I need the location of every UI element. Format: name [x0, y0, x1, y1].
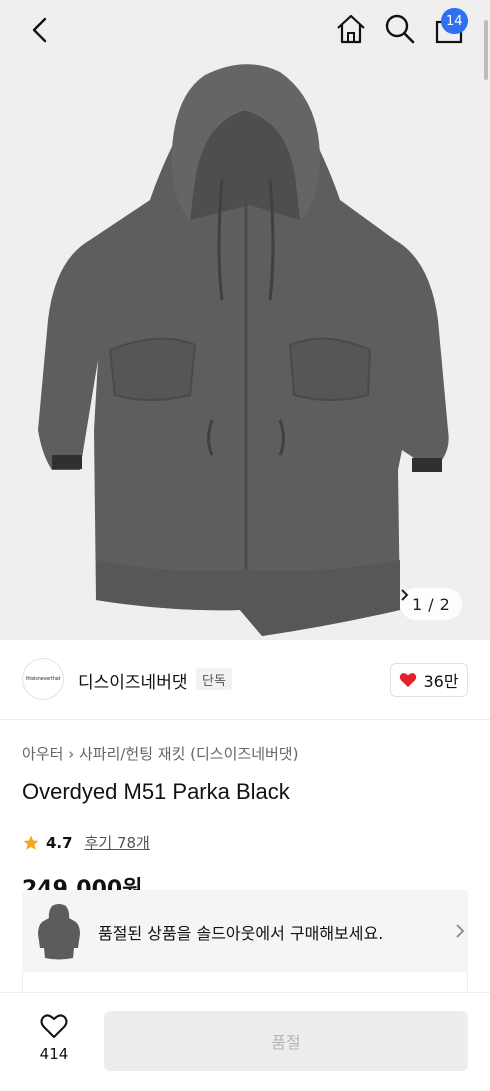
review-count-link[interactable]: 후기 78개: [85, 832, 150, 853]
soldout-banner-text: 품절된 상품을 솔드아웃에서 구매해보세요.: [98, 924, 384, 943]
brand-logo[interactable]: thisisneverthat: [22, 658, 64, 700]
image-counter-separator: /: [428, 594, 434, 614]
chevron-left-icon: [32, 17, 47, 43]
image-counter-current: 1: [412, 594, 423, 614]
rating-value: 4.7: [46, 833, 73, 852]
breadcrumb-category[interactable]: 아우터: [22, 745, 63, 763]
product-thumbnail: [38, 904, 80, 960]
heart-outline-icon: [40, 1014, 68, 1038]
home-button[interactable]: [334, 12, 368, 46]
search-button[interactable]: [383, 12, 417, 46]
product-title: Overdyed M51 Parka Black: [22, 779, 290, 804]
brand-like-count: 36만: [423, 672, 459, 691]
product-price: 249,000원: [22, 877, 143, 890]
image-counter[interactable]: 1 / 2: [400, 588, 462, 620]
brand-logo-text: thisisneverthat: [25, 676, 61, 682]
breadcrumb-separator-icon: ›: [68, 745, 79, 763]
search-icon: [385, 14, 415, 44]
cart-count-badge: 14: [441, 8, 468, 34]
soldout-button[interactable]: 품절: [104, 1011, 468, 1071]
brand-like-button[interactable]: 36만: [390, 663, 468, 697]
wishlist-button[interactable]: 414: [30, 1013, 78, 1073]
rating-row: 4.7 후기 78개: [22, 832, 150, 853]
parka-illustration: [38, 64, 449, 636]
back-button[interactable]: [24, 14, 56, 46]
wishlist-count: 414: [39, 1045, 69, 1063]
content-card-edge: [22, 972, 468, 992]
heart-filled-icon: [400, 673, 417, 687]
home-icon: [337, 14, 365, 44]
soldout-banner[interactable]: 품절된 상품을 솔드아웃에서 구매해보세요.: [22, 890, 468, 972]
exclusive-badge: 단독: [196, 668, 232, 690]
chevron-right-icon: [401, 589, 409, 601]
product-image[interactable]: 1 / 2: [0, 0, 490, 640]
breadcrumb-subcategory[interactable]: 사파리/헌팅 재킷 (디스이즈네버댓): [79, 745, 299, 763]
chevron-right-icon: [456, 924, 465, 938]
bottom-action-bar: 414 품절: [0, 992, 490, 1091]
brand-name[interactable]: 디스이즈네버댓: [78, 668, 187, 693]
star-icon: [23, 835, 39, 850]
scrollbar[interactable]: [484, 20, 488, 80]
top-header: 14: [0, 0, 490, 62]
brand-row: thisisneverthat 디스이즈네버댓 단독 36만: [0, 640, 490, 720]
breadcrumb: 아우터 › 사파리/헌팅 재킷 (디스이즈네버댓): [22, 743, 298, 764]
image-counter-total: 2: [439, 594, 450, 614]
